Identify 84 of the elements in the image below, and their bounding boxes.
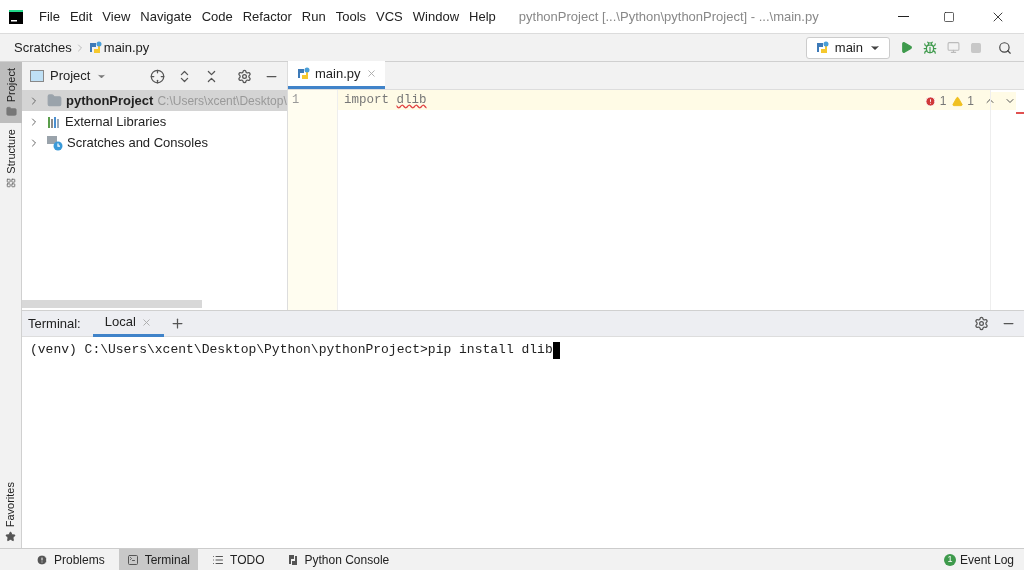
tool-label: Terminal (144, 551, 191, 569)
breadcrumb[interactable]: main.py (103, 37, 150, 58)
project-path: C:\Users\xcent\Desktop\ (157, 92, 287, 110)
run-icon[interactable] (900, 41, 913, 54)
menu-item[interactable]: Help (464, 6, 501, 27)
tab-label: Favorites (3, 481, 18, 527)
breadcrumb[interactable]: Scratches (14, 37, 72, 58)
panel-title: Terminal: (28, 314, 81, 333)
tab-label: Local (104, 313, 136, 332)
tool-window-tab[interactable]: Structure (0, 123, 22, 194)
python-file-icon (814, 40, 829, 55)
tool-window-tab[interactable]: Project (0, 62, 22, 124)
window-title: pythonProject [...\Python\pythonProject] - ...\main.py (518, 7, 819, 26)
event-log-label: Event Log (959, 551, 1014, 569)
menu-item[interactable]: Edit (64, 6, 98, 27)
menu-item[interactable]: Refactor (237, 6, 297, 27)
library-icon (47, 114, 61, 129)
close-icon[interactable] (140, 316, 152, 328)
settings-icon[interactable] (237, 68, 252, 84)
menu-item[interactable]: VCS (371, 6, 408, 27)
cursor (552, 341, 560, 359)
coverage-icon[interactable] (947, 41, 960, 54)
menu-item[interactable]: Window (407, 6, 465, 27)
scratches-icon (47, 134, 63, 151)
code-line: import dlib (344, 91, 427, 109)
tree-item-label: pythonProject (66, 91, 154, 110)
tool-label: Python Console (304, 551, 390, 569)
tree-item-label: Scratches and Consoles (67, 133, 208, 152)
tab-label: main.py (315, 64, 361, 83)
search-icon[interactable] (998, 40, 1012, 55)
tool-window-button[interactable]: Python Console (278, 548, 398, 570)
python-icon (286, 553, 299, 566)
menu-item[interactable]: Code (196, 6, 238, 27)
tab-label: Project (3, 68, 18, 103)
star-icon (5, 531, 16, 542)
python-file-icon (296, 66, 310, 81)
close-icon[interactable] (365, 68, 377, 79)
error-icon (924, 95, 936, 107)
scrollbar[interactable] (22, 300, 202, 308)
line-number: 1 (291, 92, 301, 109)
tool-label: Problems (54, 551, 105, 569)
tool-label: TODO (230, 551, 265, 569)
app-logo (9, 9, 23, 24)
add-icon[interactable] (169, 316, 185, 331)
tool-window-button[interactable]: Terminal (118, 548, 199, 570)
warning-icon (952, 95, 964, 107)
menu-item[interactable]: File (34, 6, 65, 27)
warning-count: 1 (967, 93, 974, 110)
notification-count: 1 (943, 553, 956, 566)
tree-item[interactable]: Scratches and Consoles (22, 132, 287, 153)
stop-icon[interactable] (970, 41, 982, 54)
python-file-icon (87, 40, 102, 55)
grid-icon (6, 177, 16, 188)
menu-item[interactable]: Navigate (135, 6, 197, 27)
tab-label: Structure (3, 129, 18, 174)
settings-icon[interactable] (974, 316, 989, 331)
tree-item[interactable]: External Libraries (22, 111, 287, 132)
minimize-icon (897, 16, 909, 17)
folder-icon (47, 93, 62, 108)
tool-window-tab[interactable]: Favorites (0, 475, 21, 548)
run-config-label: main (834, 38, 863, 57)
run-config-dropdown[interactable]: main (805, 36, 890, 59)
tool-window-button[interactable]: Problems (28, 548, 113, 570)
debug-icon[interactable] (923, 40, 937, 55)
panel-icon (30, 70, 44, 82)
maximize-icon (943, 10, 955, 23)
project-view-dropdown[interactable]: Project (50, 66, 108, 86)
locate-icon[interactable] (150, 68, 165, 84)
tool-window-button[interactable]: TODO (204, 548, 273, 570)
problems-icon (36, 553, 48, 566)
menu-item[interactable]: Run (296, 6, 331, 27)
error-count: 1 (939, 93, 947, 110)
list-icon (212, 553, 225, 566)
terminal-icon (126, 553, 139, 566)
tree-item[interactable]: pythonProject C:\Users\xcent\Desktop\ (22, 90, 287, 111)
project-view-label: Project (50, 67, 91, 86)
event-log-button[interactable]: 1 Event Log (943, 550, 1014, 569)
editor-tab[interactable]: main.py (288, 61, 385, 89)
menu-item[interactable]: Tools (330, 6, 372, 27)
menu-item[interactable]: View (97, 6, 136, 27)
folder-icon (5, 106, 17, 118)
tree-item-label: External Libraries (65, 112, 167, 131)
terminal-tab[interactable]: Local (92, 310, 164, 337)
terminal-line: (venv) C:\Users\xcent\Desktop\Python\pythonProject>pip install dlib (30, 341, 553, 360)
